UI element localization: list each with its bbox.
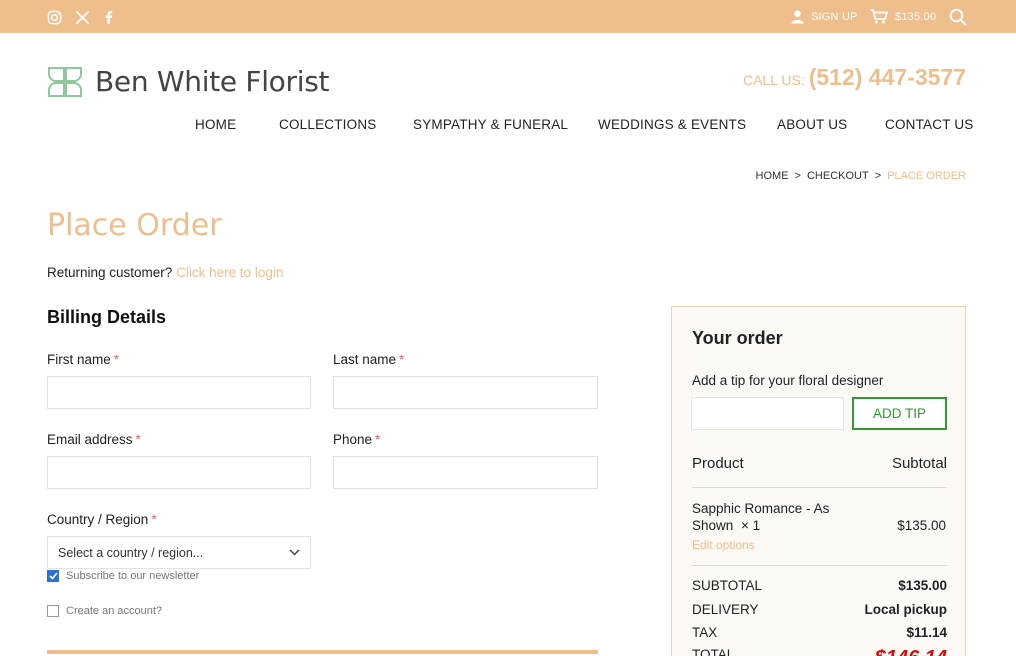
create-account-checkbox[interactable]: Create an account? — [47, 605, 162, 617]
check-icon — [47, 570, 59, 582]
required-mark: * — [151, 512, 157, 527]
logo-text: Ben White Florist — [95, 65, 330, 98]
phone-label-text: Phone — [333, 432, 373, 447]
email-label-text: Email address — [47, 432, 133, 447]
last-name-input[interactable] — [333, 376, 598, 409]
country-select[interactable]: Select a country / region... — [47, 536, 311, 569]
checkbox-box — [47, 605, 59, 617]
order-summary: Your order Add a tip for your floral des… — [671, 306, 966, 656]
section-divider — [47, 650, 598, 654]
nav-sympathy-funeral[interactable]: SYMPATHY & FUNERAL — [413, 117, 568, 132]
total-value: $146.14 — [875, 647, 947, 656]
item-name: Sapphic Romance - As Shown — [692, 501, 830, 533]
facebook-icon[interactable] — [100, 9, 116, 25]
page-title: Place Order — [47, 208, 222, 243]
phone-label: Phone * — [333, 432, 380, 447]
divider — [692, 487, 947, 488]
cart-total: $135.00 — [895, 10, 937, 23]
subtotal-row: SUBTOTAL $135.00 — [692, 578, 947, 593]
login-link[interactable]: Click here to login — [176, 265, 283, 280]
delivery-value: Local pickup — [864, 602, 947, 617]
signup-label: SIGN UP — [811, 10, 858, 23]
email-label: Email address * — [47, 432, 141, 447]
user-icon — [790, 9, 805, 24]
nav-home[interactable]: HOME — [195, 117, 236, 132]
newsletter-label: Subscribe to our newsletter — [66, 570, 200, 582]
top-bar: SIGN UP $135.00 — [0, 0, 1016, 33]
search-button[interactable] — [949, 0, 967, 33]
phone-number[interactable]: (512) 447-3577 — [809, 64, 966, 91]
last-name-label: Last name * — [333, 352, 404, 367]
tip-input[interactable] — [691, 397, 844, 430]
email-input[interactable] — [47, 456, 311, 489]
call-us: CALL US: (512) 447-3577 — [743, 64, 966, 91]
nav-about-us[interactable]: ABOUT US — [777, 117, 847, 132]
total-row: TOTAL $146.14 — [692, 647, 947, 656]
first-name-label-text: First name — [47, 352, 111, 367]
nav-weddings-events[interactable]: WEDDINGS & EVENTS — [598, 117, 746, 132]
x-icon[interactable] — [74, 9, 90, 25]
returning-text: Returning customer? — [47, 265, 173, 280]
cart-icon — [870, 9, 888, 24]
tax-value: $11.14 — [906, 625, 947, 640]
tax-row: TAX $11.14 — [692, 625, 947, 640]
divider — [692, 565, 947, 566]
nav-contact-us[interactable]: CONTACT US — [885, 117, 974, 132]
logo[interactable]: Ben White Florist — [47, 65, 329, 98]
order-table-header: Product Subtotal — [692, 455, 947, 472]
subtotal-value: $135.00 — [898, 578, 947, 593]
subtotal-label: SUBTOTAL — [692, 578, 763, 593]
item-price: $135.00 — [897, 518, 946, 533]
logo-mark-icon — [47, 66, 83, 98]
total-label: TOTAL — [692, 647, 735, 656]
create-account-label: Create an account? — [66, 605, 163, 617]
search-icon — [949, 8, 967, 26]
newsletter-checkbox[interactable]: Subscribe to our newsletter — [47, 570, 199, 582]
phone-input[interactable] — [333, 456, 598, 489]
required-mark: * — [399, 352, 405, 367]
required-mark: * — [113, 352, 120, 367]
col-subtotal: Subtotal — [891, 455, 947, 472]
delivery-label: DELIVERY — [692, 602, 759, 617]
instagram-icon[interactable] — [46, 9, 62, 25]
last-name-label-text: Last name — [333, 352, 397, 367]
nav-collections[interactable]: COLLECTIONS — [279, 117, 376, 132]
call-us-label: CALL US: — [742, 72, 805, 88]
order-title: Your order — [692, 328, 783, 348]
country-label: Country / Region * — [47, 512, 157, 527]
billing-title: Billing Details — [47, 307, 167, 327]
tax-label: TAX — [692, 625, 718, 640]
delivery-row: DELIVERY Local pickup — [692, 602, 947, 617]
edit-options-link[interactable]: Edit options — [692, 538, 755, 552]
breadcrumb-separator: > — [874, 170, 882, 182]
required-mark: * — [135, 432, 141, 447]
country-select-value: Select a country / region... — [58, 545, 204, 560]
cart-link[interactable]: $135.00 — [870, 0, 936, 33]
first-name-input[interactable] — [47, 376, 311, 409]
signup-link[interactable]: SIGN UP — [790, 0, 858, 33]
add-tip-button[interactable]: ADD TIP — [852, 397, 947, 430]
tip-label: Add a tip for your floral designer — [692, 373, 884, 388]
order-item: Sapphic Romance - As Shown × 1 — [692, 500, 842, 534]
returning-customer: Returning customer? Click here to login — [47, 265, 283, 280]
breadcrumb-current: PLACE ORDER — [887, 170, 966, 182]
breadcrumb-separator: > — [794, 170, 801, 182]
required-mark: * — [375, 432, 381, 447]
chevron-down-icon — [289, 549, 300, 556]
breadcrumb-checkout[interactable]: CHECKOUT — [807, 170, 869, 182]
item-qty: × 1 — [741, 518, 761, 533]
col-product: Product — [692, 455, 744, 472]
country-label-text: Country / Region — [47, 512, 149, 527]
breadcrumb-home[interactable]: HOME — [756, 170, 789, 182]
first-name-label: First name * — [47, 352, 119, 367]
breadcrumb: HOME > CHECKOUT > PLACE ORDER — [756, 170, 966, 182]
